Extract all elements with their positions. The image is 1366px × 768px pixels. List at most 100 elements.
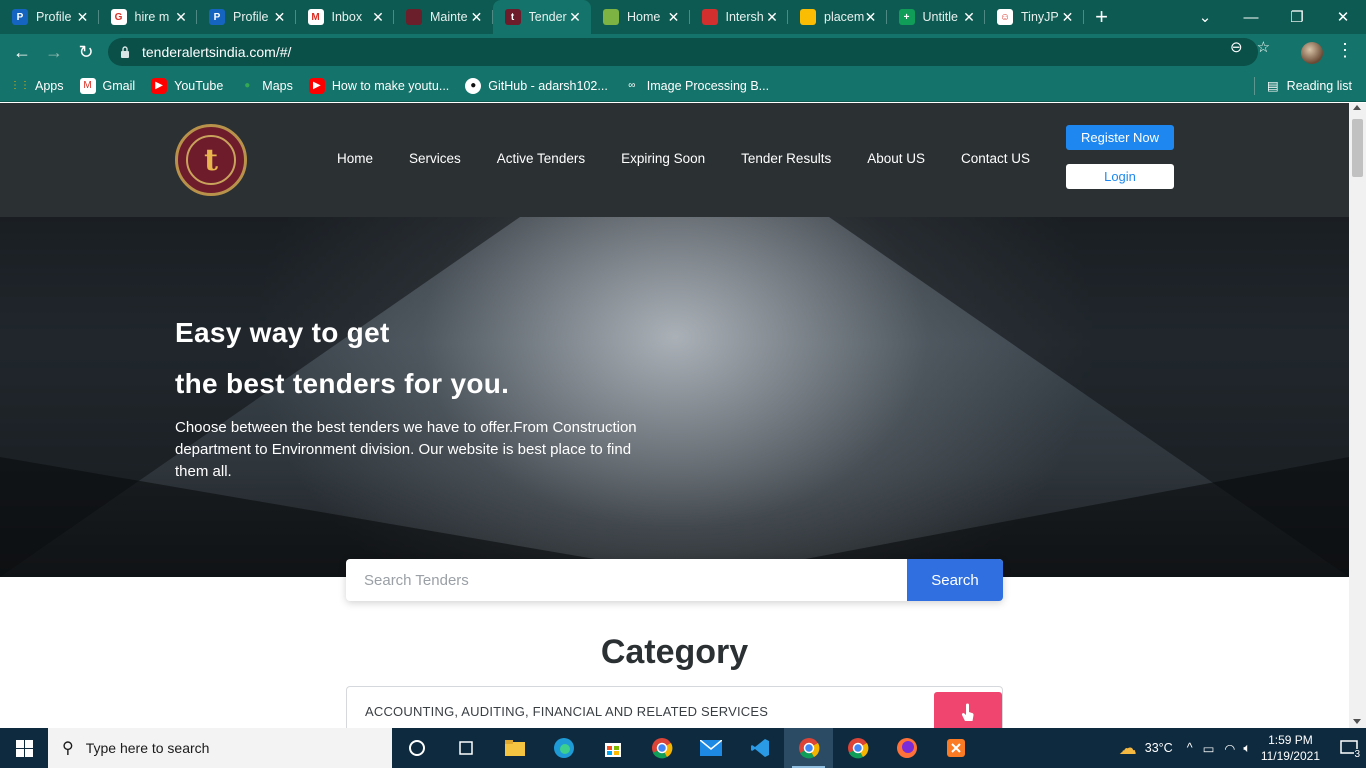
reading-list-label: Reading list xyxy=(1286,78,1352,93)
browser-tab[interactable]: + Untitle ✕ xyxy=(887,0,986,34)
browser-toolbar: ← → ↻ tenderalertsindia.com/#/ ⊖ ☆ ⋮ xyxy=(0,34,1366,70)
bookmark-star-icon[interactable]: ☆ xyxy=(1257,38,1270,56)
tab-close-icon[interactable]: ✕ xyxy=(863,9,879,26)
logo-emblem: t xyxy=(186,135,236,185)
bookmark-label: How to make youtu... xyxy=(331,78,450,93)
nav-link-tender-results[interactable]: Tender Results xyxy=(741,151,831,166)
tender-search-input[interactable] xyxy=(346,559,907,601)
category-item[interactable]: ACCOUNTING, AUDITING, FINANCIAL AND RELA… xyxy=(346,686,1003,728)
chrome-secondary-icon[interactable] xyxy=(833,728,882,768)
reload-icon[interactable]: ↻ xyxy=(70,36,102,68)
bookmark-item[interactable]: ⋮⋮ Apps xyxy=(10,78,64,94)
chrome-icon[interactable] xyxy=(637,728,686,768)
tab-close-icon[interactable]: ✕ xyxy=(272,9,288,26)
xampp-icon[interactable] xyxy=(931,728,980,768)
address-bar[interactable]: tenderalertsindia.com/#/ xyxy=(108,38,1258,66)
tab-close-icon[interactable]: ✕ xyxy=(75,9,91,26)
clock[interactable]: 1:59 PM 11/19/2021 xyxy=(1261,732,1320,764)
close-window-icon[interactable]: ✕ xyxy=(1320,0,1366,34)
bookmark-label: Image Processing B... xyxy=(646,78,770,93)
wifi-icon[interactable]: ◠ xyxy=(1224,741,1235,756)
category-select-button[interactable] xyxy=(934,692,1002,728)
mail-icon[interactable] xyxy=(686,728,735,768)
notification-icon[interactable]: 3 xyxy=(1332,728,1366,768)
browser-tab[interactable]: ☺ TinyJP ✕ xyxy=(985,0,1084,34)
bookmark-item[interactable]: ● GitHub - adarsh102... xyxy=(465,77,608,94)
scroll-down-arrow[interactable] xyxy=(1353,719,1361,724)
google-icon: G xyxy=(110,9,127,25)
bookmark-item[interactable]: ∞ Image Processing B... xyxy=(624,78,769,94)
taskbar-apps xyxy=(392,728,980,768)
register-button[interactable]: Register Now xyxy=(1066,125,1174,150)
tab-search-icon[interactable]: ⌄ xyxy=(1182,0,1228,34)
browser-tab-strip: P Profile ✕ Ghire m ✕ P Profile ✕ M Inbox ✕ Mainte ✕… xyxy=(0,0,1366,34)
new-tab-button[interactable]: + xyxy=(1084,0,1120,34)
tab-close-icon[interactable]: ✕ xyxy=(173,9,189,26)
site-logo[interactable]: t xyxy=(175,124,247,196)
volume-icon[interactable]: 🔈︎ xyxy=(1243,741,1251,756)
tab-close-icon[interactable]: ✕ xyxy=(370,9,386,26)
zoom-icon[interactable]: ⊖ xyxy=(1230,38,1243,56)
browser-menu-icon[interactable]: ⋮ xyxy=(1336,40,1354,61)
nav-link-home[interactable]: Home xyxy=(337,151,373,166)
windows-start-icon[interactable] xyxy=(0,728,48,768)
login-button[interactable]: Login xyxy=(1066,164,1174,189)
weather-icon[interactable]: ☁ xyxy=(1119,738,1137,759)
tab-title: Tender xyxy=(528,10,567,24)
search-button[interactable]: Search xyxy=(907,559,1003,601)
bookmark-item[interactable]: ▶ How to make youtu... xyxy=(308,77,450,94)
reading-list-icon: ▤ xyxy=(1266,79,1279,93)
minimize-icon[interactable]: — xyxy=(1228,0,1274,34)
edge-icon[interactable] xyxy=(539,728,588,768)
microsoft-store-icon[interactable] xyxy=(588,728,637,768)
tab-list: P Profile ✕ Ghire m ✕ P Profile ✕ M Inbox ✕ Mainte ✕… xyxy=(0,0,1084,34)
browser-tab[interactable]: Ghire m ✕ xyxy=(99,0,198,34)
back-icon[interactable]: ← xyxy=(6,36,38,68)
tab-close-icon[interactable]: ✕ xyxy=(764,9,780,26)
nav-link-services[interactable]: Services xyxy=(409,151,461,166)
firefox-icon[interactable] xyxy=(882,728,931,768)
tray-chevron-icon[interactable]: ^ xyxy=(1187,741,1193,755)
bookmark-item[interactable]: M Gmail xyxy=(79,77,135,94)
browser-tab[interactable]: Home ✕ xyxy=(591,0,690,34)
cortana-icon[interactable] xyxy=(392,728,441,768)
nav-link-contact-us[interactable]: Contact US xyxy=(961,151,1030,166)
chrome-profile-icon[interactable] xyxy=(784,728,833,768)
bookmark-item[interactable]: ● Maps xyxy=(239,78,293,94)
browser-tab[interactable]: t Tender ✕ xyxy=(492,0,591,34)
scroll-thumb[interactable] xyxy=(1352,119,1363,177)
battery-icon[interactable]: ▭ xyxy=(1203,741,1215,756)
weather-temp[interactable]: 33°C xyxy=(1145,741,1173,755)
browser-tab[interactable]: placem ✕ xyxy=(788,0,887,34)
restore-icon[interactable]: ❐ xyxy=(1274,0,1320,34)
browser-tab[interactable]: P Profile ✕ xyxy=(197,0,296,34)
reading-list-button[interactable]: ▤ Reading list xyxy=(1266,78,1352,94)
browser-tab[interactable]: Mainte ✕ xyxy=(394,0,493,34)
tab-close-icon[interactable]: ✕ xyxy=(666,9,682,26)
bookmark-label: YouTube xyxy=(174,78,224,93)
tab-close-icon[interactable]: ✕ xyxy=(1060,9,1076,26)
forward-icon[interactable]: → xyxy=(38,36,70,68)
bookmark-item[interactable]: ▶ YouTube xyxy=(151,77,224,94)
profile-avatar[interactable] xyxy=(1301,42,1323,64)
task-view-icon[interactable] xyxy=(441,728,490,768)
taskbar-search-box[interactable]: ⚲ Type here to search xyxy=(48,728,392,768)
tab-close-icon[interactable]: ✕ xyxy=(567,9,583,26)
browser-tab[interactable]: M Inbox ✕ xyxy=(296,0,395,34)
scroll-up-arrow[interactable] xyxy=(1353,105,1361,110)
nav-link-active-tenders[interactable]: Active Tenders xyxy=(497,151,585,166)
document-icon xyxy=(406,9,422,25)
tab-title: TinyJP xyxy=(1021,10,1059,24)
file-explorer-icon[interactable] xyxy=(490,728,539,768)
page-scrollbar[interactable] xyxy=(1349,103,1366,728)
vscode-icon[interactable] xyxy=(735,728,784,768)
tab-close-icon[interactable]: ✕ xyxy=(961,9,977,26)
browser-tab[interactable]: P Profile ✕ xyxy=(0,0,99,34)
nav-link-expiring-soon[interactable]: Expiring Soon xyxy=(621,151,705,166)
nav-link-about-us[interactable]: About US xyxy=(867,151,925,166)
system-tray: ☁ 33°C ^ ▭ ◠ 🔈︎ 1:59 PM 11/19/2021 3 xyxy=(1119,728,1366,768)
paypal-like-icon: P xyxy=(12,9,28,25)
browser-tab[interactable]: Intersh ✕ xyxy=(690,0,789,34)
tab-title: Mainte xyxy=(430,10,468,24)
tab-close-icon[interactable]: ✕ xyxy=(469,9,485,26)
